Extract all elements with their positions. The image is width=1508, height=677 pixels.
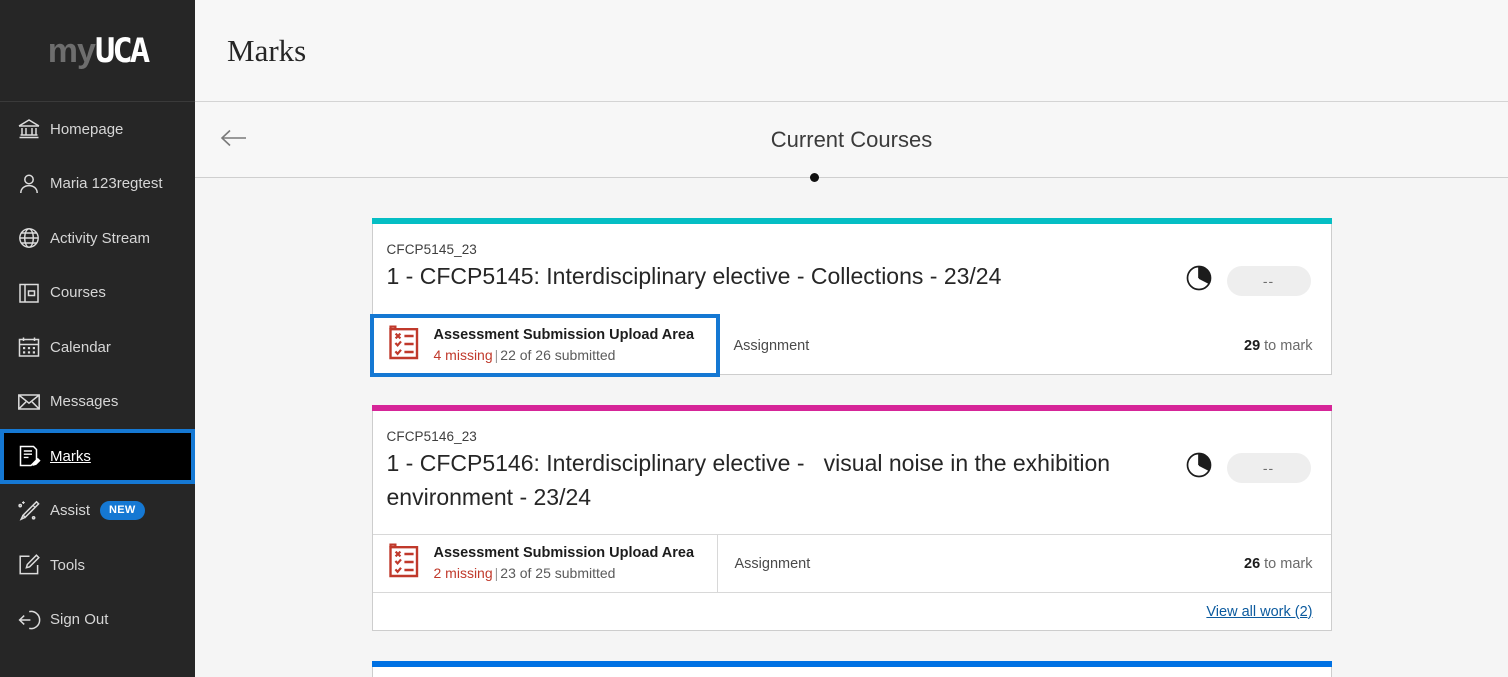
sidebar-item-label: Calendar [50, 339, 111, 356]
to-mark-cell[interactable]: 26to mark [1244, 535, 1330, 592]
sidebar-item-marks[interactable]: Marks [0, 429, 195, 484]
assessment-title: Assessment Submission Upload Area [434, 544, 695, 564]
course-card-footer: View all work (2) [373, 592, 1331, 630]
page-header: Marks [195, 0, 1508, 102]
app-root: myUCA Homepage Maria 123regtest Activity… [0, 0, 1508, 677]
course-summary: -- [1185, 429, 1311, 484]
main-content: Marks Current Courses CFCP5145_23 1 - CFC… [195, 0, 1508, 677]
sidebar-item-label: Messages [50, 393, 118, 410]
logo-uca-text: UCA [95, 31, 147, 71]
assessment-name-cell[interactable]: Assessment Submission Upload Area2 missi… [373, 535, 717, 592]
marks-icon [8, 444, 50, 468]
to-mark-label: to mark [1264, 338, 1312, 354]
carousel-header: Current Courses [195, 102, 1508, 178]
assessment-type: Assignment [717, 535, 1245, 592]
sidebar: myUCA Homepage Maria 123regtest Activity… [0, 0, 195, 677]
back-button[interactable] [213, 119, 255, 161]
checklist-clipboard-icon [387, 325, 421, 366]
assessment-status: 4 missing|22 of 26 submitted [434, 346, 695, 365]
sidebar-item-label: Courses [50, 284, 106, 301]
course-name[interactable]: 1 - CFCP5146: Interdisciplinary elective… [387, 446, 1165, 514]
new-badge: NEW [100, 501, 145, 520]
bank-icon [8, 117, 50, 141]
sidebar-item-courses[interactable]: Courses [0, 266, 195, 321]
sidebar-item-messages[interactable]: Messages [0, 375, 195, 430]
sidebar-item-homepage[interactable]: Homepage [0, 102, 195, 157]
course-card-body: CFCP5146_23 1 - CFCP5146: Interdisciplina… [372, 411, 1332, 631]
pie-chart-icon[interactable] [1185, 451, 1213, 484]
missing-count: 4 missing [434, 347, 493, 363]
sidebar-item-tools[interactable]: Tools [0, 538, 195, 593]
pie-chart-icon[interactable] [1185, 264, 1213, 297]
to-mark-label: to mark [1264, 556, 1312, 572]
sidebar-item-label: Marks [50, 448, 91, 465]
course-card-placeholder [373, 667, 1331, 677]
assessment-row[interactable]: Assessment Submission Upload Area2 missi… [373, 534, 1331, 592]
sign-out-icon [8, 608, 50, 632]
arrow-left-icon [220, 128, 248, 151]
course-card-header: CFCP5145_23 1 - CFCP5145: Interdisciplina… [373, 224, 1331, 317]
course-id: CFCP5146_23 [387, 429, 1165, 444]
sidebar-item-sign-out[interactable]: Sign Out [0, 593, 195, 648]
carousel-dot-1[interactable] [810, 173, 819, 182]
sidebar-item-assist[interactable]: Assist NEW [0, 484, 195, 539]
sidebar-item-label: Tools [50, 557, 85, 574]
assessment-status: 2 missing|23 of 25 submitted [434, 564, 695, 583]
course-card-list: CFCP5145_23 1 - CFCP5145: Interdisciplina… [195, 218, 1508, 677]
sidebar-item-label: Maria 123regtest [50, 175, 163, 192]
overall-score-pill[interactable]: -- [1227, 266, 1311, 296]
submitted-count: 22 of 26 submitted [500, 347, 615, 363]
course-card [372, 661, 1332, 677]
course-summary: -- [1185, 242, 1311, 297]
assessment-title: Assessment Submission Upload Area [434, 326, 695, 346]
carousel-title: Current Courses [195, 127, 1508, 153]
course-card: CFCP5145_23 1 - CFCP5145: Interdisciplina… [372, 218, 1332, 375]
globe-icon [8, 226, 50, 250]
course-card-body: CFCP5145_23 1 - CFCP5145: Interdisciplina… [372, 224, 1332, 375]
page-title: Marks [227, 33, 306, 69]
course-card-body [372, 667, 1332, 677]
sidebar-item-label: Activity Stream [50, 230, 150, 247]
view-all-work-link[interactable]: View all work (2) [1206, 604, 1312, 620]
to-mark-cell[interactable]: 29to mark [1244, 317, 1330, 374]
magic-wand-icon [8, 499, 50, 523]
to-mark-count: 26 [1244, 556, 1260, 572]
course-name[interactable]: 1 - CFCP5145: Interdisciplinary elective… [387, 259, 1165, 293]
sidebar-nav-list: Homepage Maria 123regtest Activity Strea… [0, 102, 195, 647]
sidebar-item-calendar[interactable]: Calendar [0, 320, 195, 375]
course-card: CFCP5146_23 1 - CFCP5146: Interdisciplina… [372, 405, 1332, 631]
brand-logo[interactable]: myUCA [0, 0, 195, 102]
assessment-row[interactable]: Assessment Submission Upload Area4 missi… [373, 317, 1331, 374]
calendar-icon [8, 335, 50, 359]
sidebar-item-label: Sign Out [50, 611, 108, 628]
courses-scroll-area[interactable]: CFCP5145_23 1 - CFCP5145: Interdisciplina… [195, 178, 1508, 677]
assessment-type: Assignment [717, 317, 1245, 374]
assessment-texts: Assessment Submission Upload Area4 missi… [434, 326, 695, 364]
sidebar-item-maria-123regtest[interactable]: Maria 123regtest [0, 157, 195, 212]
course-id: CFCP5145_23 [387, 242, 1165, 257]
course-card-header: CFCP5146_23 1 - CFCP5146: Interdisciplina… [373, 411, 1331, 534]
checklist-clipboard-icon [387, 543, 421, 584]
overall-score-pill[interactable]: -- [1227, 453, 1311, 483]
course-identity: CFCP5146_23 1 - CFCP5146: Interdisciplina… [387, 429, 1185, 514]
sidebar-item-activity-stream[interactable]: Activity Stream [0, 211, 195, 266]
missing-count: 2 missing [434, 565, 493, 581]
sidebar-item-label: Homepage [50, 121, 123, 138]
to-mark-count: 29 [1244, 338, 1260, 354]
book-icon [8, 281, 50, 305]
sidebar-item-label: Assist [50, 502, 90, 519]
tools-pencil-icon [8, 553, 50, 577]
envelope-icon [8, 390, 50, 414]
submitted-count: 23 of 25 submitted [500, 565, 615, 581]
logo-my-text: my [48, 32, 95, 70]
course-identity: CFCP5145_23 1 - CFCP5145: Interdisciplina… [387, 242, 1185, 293]
assessment-texts: Assessment Submission Upload Area2 missi… [434, 544, 695, 582]
person-icon [8, 172, 50, 196]
assessment-name-cell[interactable]: Assessment Submission Upload Area4 missi… [373, 317, 717, 374]
